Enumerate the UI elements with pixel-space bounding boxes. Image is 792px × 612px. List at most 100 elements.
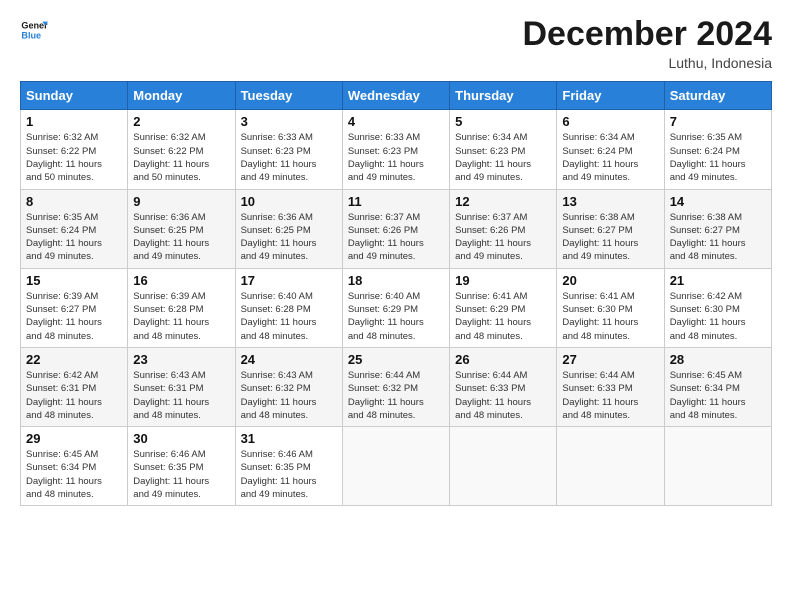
- day-info: Sunrise: 6:41 AM Sunset: 6:30 PM Dayligh…: [562, 290, 658, 343]
- calendar-cell: 31 Sunrise: 6:46 AM Sunset: 6:35 PM Dayli…: [235, 427, 342, 506]
- header-thursday: Thursday: [450, 82, 557, 110]
- logo-icon: General Blue: [20, 16, 48, 44]
- day-number: 9: [133, 194, 229, 209]
- calendar-cell: 29 Sunrise: 6:45 AM Sunset: 6:34 PM Dayli…: [21, 427, 128, 506]
- day-number: 23: [133, 352, 229, 367]
- day-info: Sunrise: 6:36 AM Sunset: 6:25 PM Dayligh…: [133, 211, 229, 264]
- day-info: Sunrise: 6:44 AM Sunset: 6:33 PM Dayligh…: [455, 369, 551, 422]
- day-info: Sunrise: 6:32 AM Sunset: 6:22 PM Dayligh…: [133, 131, 229, 184]
- day-number: 29: [26, 431, 122, 446]
- calendar-cell: 14Sunrise: 6:38 AM Sunset: 6:27 PM Dayli…: [664, 189, 771, 268]
- day-info: Sunrise: 6:39 AM Sunset: 6:27 PM Dayligh…: [26, 290, 122, 343]
- day-number: 12: [455, 194, 551, 209]
- calendar-cell: 13 Sunrise: 6:38 AM Sunset: 6:27 PM Dayli…: [557, 189, 664, 268]
- day-info: Sunrise: 6:36 AM Sunset: 6:25 PM Dayligh…: [241, 211, 337, 264]
- day-number: 15: [26, 273, 122, 288]
- day-info: Sunrise: 6:39 AM Sunset: 6:28 PM Dayligh…: [133, 290, 229, 343]
- calendar-cell: 20Sunrise: 6:41 AM Sunset: 6:30 PM Dayli…: [557, 268, 664, 347]
- day-number: 17: [241, 273, 337, 288]
- day-info: Sunrise: 6:45 AM Sunset: 6:34 PM Dayligh…: [26, 448, 122, 501]
- calendar-cell: 21Sunrise: 6:42 AM Sunset: 6:30 PM Dayli…: [664, 268, 771, 347]
- day-number: 4: [348, 114, 444, 129]
- calendar-cell: 22 Sunrise: 6:42 AM Sunset: 6:31 PM Dayli…: [21, 347, 128, 426]
- day-info: Sunrise: 6:32 AM Sunset: 6:22 PM Dayligh…: [26, 131, 122, 184]
- calendar-cell: [664, 427, 771, 506]
- day-number: 8: [26, 194, 122, 209]
- day-number: 11: [348, 194, 444, 209]
- calendar-cell: [557, 427, 664, 506]
- calendar-cell: 26 Sunrise: 6:44 AM Sunset: 6:33 PM Dayli…: [450, 347, 557, 426]
- day-info: Sunrise: 6:41 AM Sunset: 6:29 PM Dayligh…: [455, 290, 551, 343]
- calendar-cell: 5Sunrise: 6:34 AM Sunset: 6:23 PM Daylig…: [450, 110, 557, 189]
- calendar-cell: 7Sunrise: 6:35 AM Sunset: 6:24 PM Daylig…: [664, 110, 771, 189]
- day-info: Sunrise: 6:46 AM Sunset: 6:35 PM Dayligh…: [241, 448, 337, 501]
- day-info: Sunrise: 6:43 AM Sunset: 6:32 PM Dayligh…: [241, 369, 337, 422]
- calendar-cell: 19 Sunrise: 6:41 AM Sunset: 6:29 PM Dayli…: [450, 268, 557, 347]
- day-info: Sunrise: 6:42 AM Sunset: 6:31 PM Dayligh…: [26, 369, 122, 422]
- header: General Blue December 2024 Luthu, Indone…: [20, 16, 772, 71]
- day-info: Sunrise: 6:44 AM Sunset: 6:32 PM Dayligh…: [348, 369, 444, 422]
- day-number: 22: [26, 352, 122, 367]
- day-number: 5: [455, 114, 551, 129]
- calendar-cell: 2 Sunrise: 6:32 AM Sunset: 6:22 PM Daylig…: [128, 110, 235, 189]
- header-tuesday: Tuesday: [235, 82, 342, 110]
- header-saturday: Saturday: [664, 82, 771, 110]
- calendar-cell: 27Sunrise: 6:44 AM Sunset: 6:33 PM Dayli…: [557, 347, 664, 426]
- day-number: 2: [133, 114, 229, 129]
- logo: General Blue: [20, 16, 48, 44]
- calendar-cell: 16 Sunrise: 6:39 AM Sunset: 6:28 PM Dayli…: [128, 268, 235, 347]
- calendar-week-row-1: 8 Sunrise: 6:35 AM Sunset: 6:24 PM Daylig…: [21, 189, 772, 268]
- header-sunday: Sunday: [21, 82, 128, 110]
- calendar-cell: 18 Sunrise: 6:40 AM Sunset: 6:29 PM Dayli…: [342, 268, 449, 347]
- day-number: 24: [241, 352, 337, 367]
- day-info: Sunrise: 6:35 AM Sunset: 6:24 PM Dayligh…: [26, 211, 122, 264]
- day-info: Sunrise: 6:43 AM Sunset: 6:31 PM Dayligh…: [133, 369, 229, 422]
- day-info: Sunrise: 6:38 AM Sunset: 6:27 PM Dayligh…: [562, 211, 658, 264]
- location: Luthu, Indonesia: [522, 55, 772, 71]
- calendar-cell: 28 Sunrise: 6:45 AM Sunset: 6:34 PM Dayli…: [664, 347, 771, 426]
- day-number: 6: [562, 114, 658, 129]
- day-info: Sunrise: 6:40 AM Sunset: 6:29 PM Dayligh…: [348, 290, 444, 343]
- day-info: Sunrise: 6:46 AM Sunset: 6:35 PM Dayligh…: [133, 448, 229, 501]
- calendar-cell: 4Sunrise: 6:33 AM Sunset: 6:23 PM Daylig…: [342, 110, 449, 189]
- day-number: 18: [348, 273, 444, 288]
- calendar-cell: 6Sunrise: 6:34 AM Sunset: 6:24 PM Daylig…: [557, 110, 664, 189]
- day-number: 26: [455, 352, 551, 367]
- day-number: 31: [241, 431, 337, 446]
- calendar-table: Sunday Monday Tuesday Wednesday Thursday…: [20, 81, 772, 506]
- calendar-cell: [450, 427, 557, 506]
- day-info: Sunrise: 6:33 AM Sunset: 6:23 PM Dayligh…: [241, 131, 337, 184]
- day-number: 10: [241, 194, 337, 209]
- calendar-cell: 24 Sunrise: 6:43 AM Sunset: 6:32 PM Dayli…: [235, 347, 342, 426]
- month-title: December 2024: [522, 16, 772, 53]
- calendar-cell: 30 Sunrise: 6:46 AM Sunset: 6:35 PM Dayli…: [128, 427, 235, 506]
- calendar-cell: 1 Sunrise: 6:32 AM Sunset: 6:22 PM Daylig…: [21, 110, 128, 189]
- day-number: 16: [133, 273, 229, 288]
- day-number: 13: [562, 194, 658, 209]
- page: General Blue December 2024 Luthu, Indone…: [0, 0, 792, 612]
- calendar-week-row-2: 15 Sunrise: 6:39 AM Sunset: 6:27 PM Dayli…: [21, 268, 772, 347]
- header-friday: Friday: [557, 82, 664, 110]
- calendar-header-row: Sunday Monday Tuesday Wednesday Thursday…: [21, 82, 772, 110]
- calendar-cell: 23 Sunrise: 6:43 AM Sunset: 6:31 PM Dayli…: [128, 347, 235, 426]
- calendar-week-row-3: 22 Sunrise: 6:42 AM Sunset: 6:31 PM Dayli…: [21, 347, 772, 426]
- day-number: 28: [670, 352, 766, 367]
- day-info: Sunrise: 6:37 AM Sunset: 6:26 PM Dayligh…: [455, 211, 551, 264]
- day-number: 1: [26, 114, 122, 129]
- day-info: Sunrise: 6:45 AM Sunset: 6:34 PM Dayligh…: [670, 369, 766, 422]
- day-number: 3: [241, 114, 337, 129]
- day-info: Sunrise: 6:37 AM Sunset: 6:26 PM Dayligh…: [348, 211, 444, 264]
- day-number: 19: [455, 273, 551, 288]
- calendar-cell: 17Sunrise: 6:40 AM Sunset: 6:28 PM Dayli…: [235, 268, 342, 347]
- calendar-cell: [342, 427, 449, 506]
- day-number: 21: [670, 273, 766, 288]
- day-number: 30: [133, 431, 229, 446]
- header-wednesday: Wednesday: [342, 82, 449, 110]
- calendar-cell: 8 Sunrise: 6:35 AM Sunset: 6:24 PM Daylig…: [21, 189, 128, 268]
- day-number: 14: [670, 194, 766, 209]
- calendar-week-row-4: 29 Sunrise: 6:45 AM Sunset: 6:34 PM Dayli…: [21, 427, 772, 506]
- header-monday: Monday: [128, 82, 235, 110]
- calendar-cell: 9 Sunrise: 6:36 AM Sunset: 6:25 PM Daylig…: [128, 189, 235, 268]
- calendar-week-row-0: 1 Sunrise: 6:32 AM Sunset: 6:22 PM Daylig…: [21, 110, 772, 189]
- day-info: Sunrise: 6:44 AM Sunset: 6:33 PM Dayligh…: [562, 369, 658, 422]
